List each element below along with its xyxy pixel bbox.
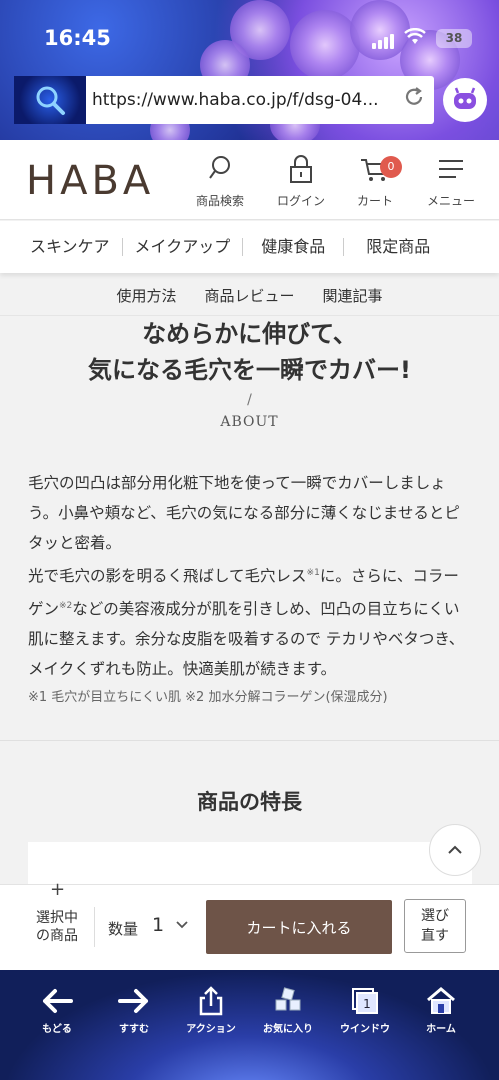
favorites-button[interactable]: お気に入り — [253, 986, 323, 1035]
menu-label: メニュー — [426, 194, 475, 208]
reselect-line-2: 直す — [421, 928, 449, 944]
back-label: もどる — [42, 1024, 72, 1035]
status-time: 16:45 — [44, 26, 111, 50]
wifi-icon — [404, 28, 426, 51]
status-bar: 16:45 38 — [0, 0, 499, 72]
paragraph-2-text: 光で毛穴の影を明るく飛ばして毛穴レス — [28, 567, 307, 586]
subnav-related[interactable]: 関連記事 — [323, 285, 383, 306]
back-button[interactable]: もどる — [22, 986, 92, 1035]
forward-button[interactable]: すすむ — [99, 986, 169, 1035]
category-limited[interactable]: 限定商品 — [344, 238, 442, 256]
chevron-up-icon — [448, 845, 462, 854]
subnav-reviews[interactable]: 商品レビュー — [204, 285, 294, 306]
address-bar[interactable]: https://www.haba.co.jp/f/dsg-04... — [14, 76, 434, 124]
paragraph-2-text: などの美容液成分が肌を引きしめ、凹凸の目立ちにくい肌に整えます。余分な皮脂を吸着… — [28, 600, 465, 679]
quantity-select[interactable]: 1 — [152, 914, 164, 936]
home-button[interactable]: ホーム — [406, 986, 476, 1035]
selected-product-label: 選択中 の商品 — [22, 909, 92, 945]
about-description: 毛穴の凹凸は部分用化粧下地を使って一瞬でカバーしましょう。小鼻や頬など、毛穴の気… — [28, 468, 472, 684]
cart-button[interactable]: 0 カート — [340, 152, 410, 209]
back-arrow-icon — [22, 986, 92, 1016]
page: 16:45 38 https://www.haba.co.jp/f/dsg-04… — [0, 0, 499, 1080]
heading-line-2: 気になる毛穴を一瞬でカバー! — [88, 356, 411, 384]
selected-line-2: の商品 — [36, 928, 78, 944]
footnote-ref-1: ※1 — [306, 568, 320, 578]
cartbar-separator — [94, 907, 95, 947]
selected-line-1: 選択中 — [36, 910, 78, 926]
cart-label: カート — [356, 194, 393, 208]
menu-button[interactable]: メニュー — [416, 152, 486, 209]
window-count: 1 — [363, 997, 371, 1011]
quantity-label: 数量 — [108, 920, 139, 938]
description-paragraph-2: 光で毛穴の影を明るく飛ばして毛穴レス※1に。さらに、コラーゲン※2などの美容液成… — [28, 558, 472, 684]
lock-icon — [266, 152, 336, 186]
action-button[interactable]: アクション — [176, 986, 246, 1035]
section-divider — [0, 740, 499, 741]
browser-toolbar: もどる すすむ アクション お気に入り 1 ウインドウ ホーム — [0, 970, 499, 1080]
about-heading: なめらかに伸びて、 気になる毛穴を一瞬でカバー! — [0, 316, 499, 388]
product-subnav: 使用方法 商品レビュー 関連記事 — [0, 276, 499, 316]
cart-count-badge: 0 — [380, 156, 402, 178]
section-label: ABOUT — [220, 414, 279, 430]
search-label: 商品検索 — [195, 194, 244, 208]
site-header: HABA 商品検索 ログイン 0 カート メニュー — [0, 140, 499, 220]
add-to-cart-button[interactable]: カートに入れる — [206, 900, 392, 954]
login-label: ログイン — [276, 194, 325, 208]
windows-button[interactable]: 1 ウインドウ — [330, 986, 400, 1035]
search-button[interactable]: 商品検索 — [185, 152, 255, 209]
windows-icon: 1 — [330, 986, 400, 1016]
favorites-label: お気に入り — [263, 1024, 313, 1035]
plus-icon: + — [50, 879, 66, 900]
footnote-ref-2: ※2 — [59, 601, 73, 612]
battery-indicator: 38 — [436, 29, 472, 48]
url-text[interactable]: https://www.haba.co.jp/f/dsg-04... — [86, 90, 394, 110]
login-button[interactable]: ログイン — [266, 152, 336, 209]
home-icon — [406, 986, 476, 1016]
forward-label: すすむ — [119, 1024, 149, 1035]
home-label: ホーム — [426, 1024, 456, 1035]
footnotes: ※1 毛穴が目立ちにくい肌 ※2 加水分解コラーゲン(保湿成分) — [28, 690, 388, 705]
features-title: 商品の特長 — [197, 790, 302, 814]
menu-icon — [416, 152, 486, 186]
action-label: アクション — [186, 1024, 236, 1035]
windows-label: ウインドウ — [340, 1024, 390, 1035]
scroll-to-top-button[interactable] — [429, 824, 481, 876]
category-health-food[interactable]: 健康食品 — [243, 238, 345, 256]
reselect-button[interactable]: 選び 直す — [404, 899, 466, 953]
magnifier-icon[interactable] — [14, 76, 86, 124]
share-icon — [176, 986, 246, 1016]
category-skincare[interactable]: スキンケア — [0, 238, 123, 256]
reload-icon[interactable] — [394, 86, 434, 114]
forward-arrow-icon — [99, 986, 169, 1016]
slash-divider: / — [247, 392, 252, 408]
cart-bar: + 選択中 の商品 数量 1 カートに入れる 選び 直す — [0, 879, 499, 970]
heading-line-1: なめらかに伸びて、 — [142, 320, 357, 348]
extension-icon[interactable] — [443, 78, 487, 122]
feature-card — [28, 842, 472, 888]
chevron-down-icon[interactable] — [176, 918, 188, 933]
category-nav: スキンケア メイクアップ 健康食品 限定商品 — [0, 221, 499, 273]
reselect-line-1: 選び — [421, 908, 449, 924]
category-makeup[interactable]: メイクアップ — [123, 238, 244, 256]
subnav-usage[interactable]: 使用方法 — [116, 285, 176, 306]
haba-logo[interactable]: HABA — [26, 158, 154, 204]
signal-icon — [372, 30, 396, 49]
search-icon — [185, 152, 255, 186]
description-paragraph-1: 毛穴の凹凸は部分用化粧下地を使って一瞬でカバーしましょう。小鼻や頬など、毛穴の気… — [28, 474, 460, 552]
bookmarks-icon — [253, 986, 323, 1016]
